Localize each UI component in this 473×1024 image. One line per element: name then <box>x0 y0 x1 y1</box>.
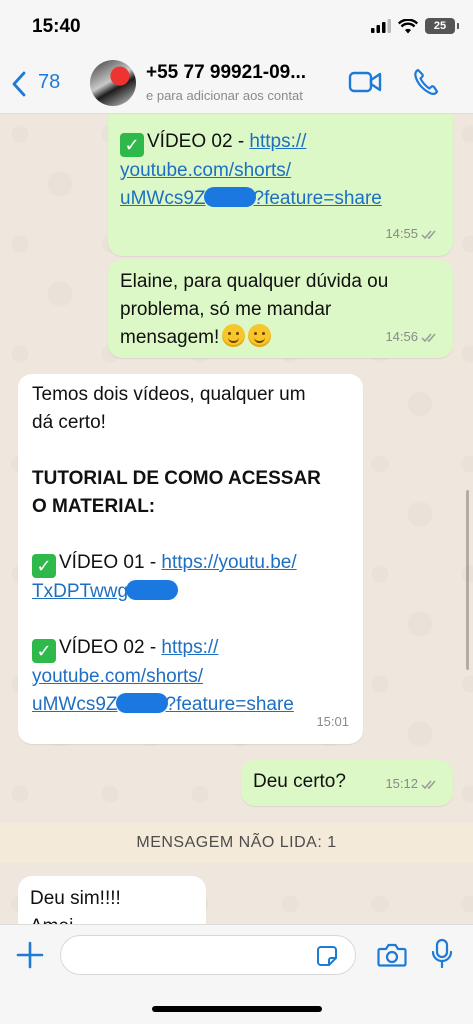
message-bubble-incoming[interactable]: Deu sim!!!! Amei <box>18 876 206 924</box>
message-time: 15:01 <box>316 708 349 736</box>
video-label: VÍDEO 02 - <box>59 637 162 658</box>
video-link[interactable]: youtube.com/shorts/ <box>120 160 291 181</box>
message-text: Deu sim!!!! <box>30 888 121 909</box>
message-time: 14:56 <box>385 323 439 351</box>
check-emoji-icon: ✓ <box>32 639 56 663</box>
smile-emoji-icon <box>248 324 272 347</box>
back-chevron-icon[interactable] <box>10 71 28 97</box>
video-link[interactable]: https:// <box>249 131 306 152</box>
video-label: VÍDEO 01 - <box>59 552 162 573</box>
message-text-part: mensagem! <box>120 327 220 348</box>
scroll-indicator[interactable] <box>466 490 469 670</box>
home-indicator <box>152 1006 322 1012</box>
video-link[interactable]: uMWcs9Z <box>32 694 118 715</box>
read-receipt-icon <box>421 780 436 789</box>
message-text: problema, só me mandar <box>120 299 332 320</box>
sticker-icon[interactable] <box>316 945 338 967</box>
message-time: 14:55 <box>385 220 439 248</box>
chat-header: 78 +55 77 99921-09... e para adicionar a… <box>0 52 473 114</box>
message-text: dá certo! <box>32 412 106 433</box>
message-text: ✓ VÍDEO 02 - https:// <box>120 128 441 157</box>
signal-icon <box>371 19 391 33</box>
time-label: 15:01 <box>316 714 349 729</box>
redaction-mark <box>115 693 168 713</box>
status-icons: 25 <box>371 18 459 34</box>
time-label: 14:55 <box>385 226 418 241</box>
video-link[interactable]: https:// <box>161 637 218 658</box>
video-label: VÍDEO 02 - <box>147 131 250 152</box>
video-link[interactable]: uMWcs9Z <box>120 188 206 209</box>
message-input[interactable] <box>60 935 356 975</box>
video-call-icon[interactable] <box>348 70 382 94</box>
message-text: Deu certo? <box>253 771 346 792</box>
contact-name[interactable]: +55 77 99921-09... <box>146 62 306 84</box>
status-bar: 15:40 25 <box>0 0 473 52</box>
time-label: 14:56 <box>385 329 418 344</box>
phone-icon[interactable] <box>413 68 439 96</box>
video-link[interactable]: https://youtu.be/ <box>161 552 296 573</box>
message-time: 15:12 <box>385 770 439 798</box>
avatar[interactable] <box>90 60 136 106</box>
message-bubble-outgoing[interactable]: Elaine, para qualquer dúvida ou problema… <box>108 260 453 358</box>
redaction-mark <box>203 187 256 207</box>
check-emoji-icon: ✓ <box>120 133 144 157</box>
read-receipt-icon <box>421 230 436 239</box>
plus-icon[interactable] <box>16 941 44 969</box>
camera-icon[interactable] <box>377 942 407 968</box>
message-text: Amei <box>30 913 194 924</box>
time-label: 15:12 <box>385 776 418 791</box>
wifi-icon <box>398 18 418 33</box>
smile-emoji-icon <box>222 324 246 347</box>
status-time: 15:40 <box>32 16 81 37</box>
message-text: Elaine, para qualquer dúvida ou <box>120 271 389 292</box>
message-bubble-outgoing[interactable]: Deu certo? 15:12 <box>241 760 453 806</box>
video-link[interactable]: ?feature=share <box>166 694 294 715</box>
check-emoji-icon: ✓ <box>32 554 56 578</box>
message-bubble-outgoing[interactable]: ✓ VÍDEO 02 - https:// youtube.com/shorts/… <box>108 114 453 256</box>
message-text-bold: O MATERIAL: <box>32 496 156 517</box>
message-text-bold: TUTORIAL DE COMO ACESSAR <box>32 468 321 489</box>
video-link[interactable]: youtube.com/shorts/ <box>32 666 203 687</box>
redaction-mark <box>126 580 179 600</box>
message-text: Temos dois vídeos, qualquer um <box>32 384 306 405</box>
back-count[interactable]: 78 <box>38 71 60 94</box>
unread-banner: MENSAGEM NÃO LIDA: 1 <box>0 823 473 863</box>
battery-icon: 25 <box>425 18 459 34</box>
contact-subtitle[interactable]: e para adicionar aos contat <box>146 88 338 103</box>
mic-icon[interactable] <box>431 938 453 970</box>
message-bubble-incoming[interactable]: Temos dois vídeos, qualquer um dá certo!… <box>18 374 363 744</box>
video-link[interactable]: ?feature=share <box>254 188 382 209</box>
chat-area[interactable]: ✓ VÍDEO 02 - https:// youtube.com/shorts/… <box>0 114 473 924</box>
read-receipt-icon <box>421 333 436 342</box>
video-link[interactable]: TxDPTwwg <box>32 581 128 602</box>
